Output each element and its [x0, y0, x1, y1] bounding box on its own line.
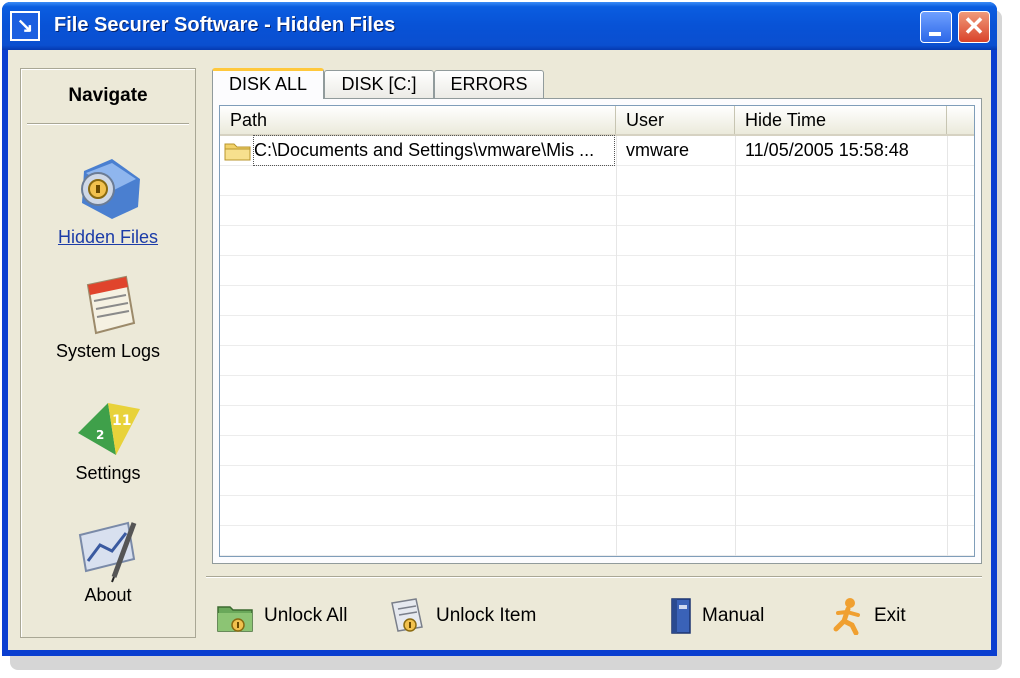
tab-errors[interactable]: ERRORS: [434, 70, 544, 98]
settings-icon: 11 2: [78, 403, 140, 455]
sidebar-item-system-logs[interactable]: System Logs: [21, 273, 195, 362]
unlock-item-label: Unlock Item: [436, 605, 537, 626]
column-header-user[interactable]: User: [616, 106, 735, 134]
sidebar-item-label: Settings: [75, 463, 141, 483]
manual-label: Manual: [702, 605, 765, 626]
empty-row: [220, 286, 974, 316]
tab-disk-c[interactable]: DISK [C:]: [324, 70, 434, 98]
empty-row: [220, 226, 974, 256]
svg-text:11: 11: [112, 413, 131, 429]
tab-panel: Path User Hide Time C:\Documents and Set…: [212, 98, 982, 564]
empty-row: [220, 406, 974, 436]
tab-disk-all[interactable]: DISK ALL: [212, 68, 324, 99]
app-window: ↘ File Securer Software - Hidden Files ✕…: [2, 2, 997, 656]
column-divider: [616, 136, 617, 556]
empty-row: [220, 496, 974, 526]
system-logs-icon: [86, 275, 136, 335]
empty-row: [220, 166, 974, 196]
cell-user: vmware: [626, 140, 690, 160]
sidebar-item-label: Hidden Files: [57, 227, 159, 247]
empty-row: [220, 526, 974, 556]
sidebar-item-hidden-files[interactable]: Hidden Files: [21, 149, 195, 248]
empty-row: [220, 196, 974, 226]
app-icon[interactable]: ↘: [10, 11, 40, 41]
unlock-all-label: Unlock All: [264, 605, 348, 626]
column-header-path[interactable]: Path: [220, 106, 616, 134]
empty-row: [220, 346, 974, 376]
exit-running-man-icon: [833, 598, 860, 635]
close-button[interactable]: ✕: [958, 11, 990, 43]
cell-hide-time: 11/05/2005 15:58:48: [745, 140, 909, 160]
svg-text:2: 2: [96, 428, 104, 442]
bottom-divider: [206, 576, 982, 578]
navigate-sidebar: Navigate Hidden Files System Logs 11 2 S…: [20, 68, 196, 638]
title-bar[interactable]: ↘ File Securer Software - Hidden Files ✕: [2, 2, 997, 50]
about-icon: [78, 521, 137, 583]
sidebar-item-label: System Logs: [55, 341, 161, 361]
empty-row: [220, 376, 974, 406]
unlock-item-button[interactable]: Unlock Item: [388, 596, 536, 636]
column-divider: [947, 136, 948, 556]
folder-icon: [224, 136, 254, 165]
sidebar-title: Navigate: [68, 85, 148, 106]
window-title: File Securer Software - Hidden Files: [54, 14, 396, 36]
manual-button[interactable]: Manual: [668, 596, 764, 636]
unlock-all-icon: [217, 606, 253, 632]
manual-book-icon: [671, 598, 691, 634]
sidebar-divider: [27, 123, 189, 125]
hidden-files-list[interactable]: Path User Hide Time C:\Documents and Set…: [219, 105, 975, 557]
minimize-button[interactable]: [920, 11, 952, 43]
column-divider: [735, 136, 736, 556]
empty-row: [220, 436, 974, 466]
sidebar-item-settings[interactable]: 11 2 Settings: [21, 395, 195, 484]
exit-label: Exit: [874, 605, 906, 626]
empty-row: [220, 466, 974, 496]
column-header-hide-time[interactable]: Hide Time: [735, 106, 947, 134]
empty-row: [220, 316, 974, 346]
empty-row: [220, 256, 974, 286]
sidebar-item-label: About: [84, 585, 132, 605]
unlock-item-icon: [391, 598, 423, 632]
hidden-files-icon: [81, 159, 140, 219]
cell-path: C:\Documents and Settings\vmware\Mis ...: [253, 135, 615, 166]
list-header: Path User Hide Time: [220, 106, 974, 136]
table-row[interactable]: C:\Documents and Settings\vmware\Mis ...…: [220, 135, 974, 166]
sidebar-item-about[interactable]: About: [21, 517, 195, 606]
exit-button[interactable]: Exit: [830, 596, 906, 636]
unlock-all-button[interactable]: Unlock All: [216, 596, 347, 636]
client-area: Navigate Hidden Files System Logs 11 2 S…: [8, 50, 991, 650]
